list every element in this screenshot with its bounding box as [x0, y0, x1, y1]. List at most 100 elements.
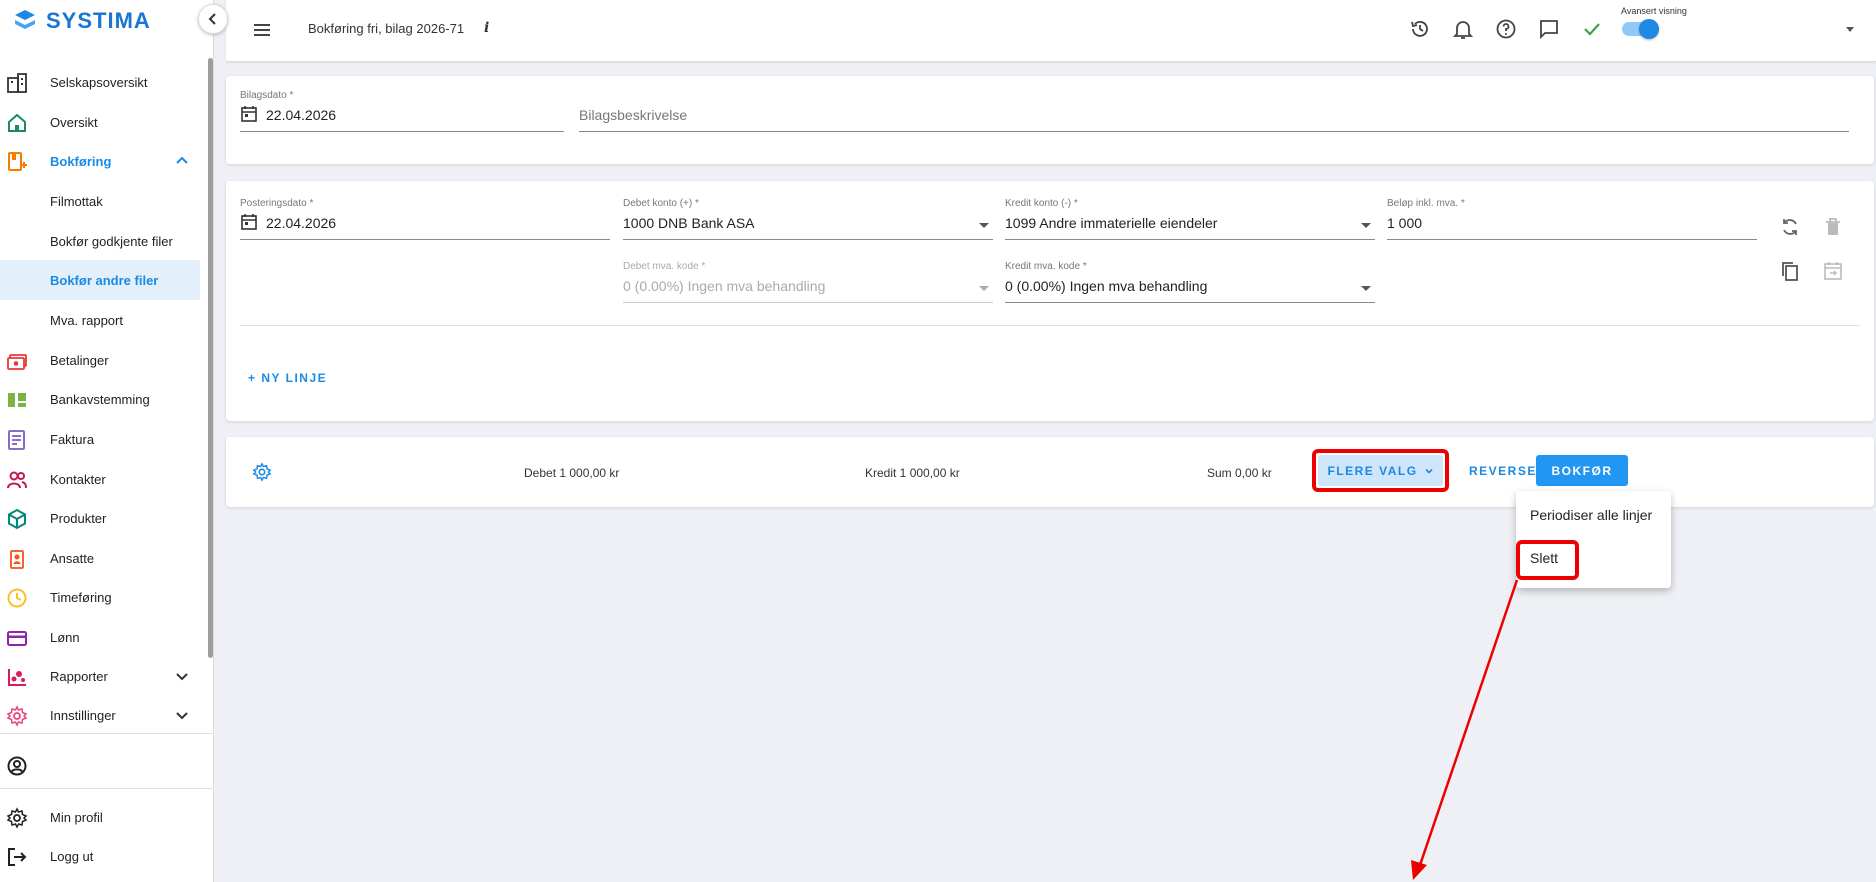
sidebar-item-faktura[interactable]: Faktura [0, 419, 200, 459]
refresh-icon[interactable] [1779, 216, 1801, 238]
book-button[interactable]: BOKFØR [1536, 455, 1628, 486]
sidebar-item-bokforing[interactable]: Bokføring [0, 141, 200, 181]
sidebar-item-label: Bankavstemming [50, 391, 150, 407]
new-line-button[interactable]: + NY LINJE [248, 371, 327, 385]
buildings-icon [7, 73, 27, 93]
sidebar-item-label: Mva. rapport [50, 312, 123, 328]
sidebar-item-kontakter[interactable]: Kontakter [0, 459, 200, 499]
sidebar-subitem-filmottak[interactable]: Filmottak [0, 181, 200, 221]
debit-account-select[interactable]: Debet konto (+) * 1000 DNB Bank ASA [623, 198, 993, 240]
home-icon [8, 113, 26, 132]
clock-icon [7, 588, 27, 608]
sidebar-item-min-profil[interactable]: Min profil [0, 797, 200, 837]
calendar-icon[interactable] [240, 213, 258, 231]
sidebar-item-bankavstemming[interactable]: Bankavstemming [0, 379, 200, 419]
caret-down-icon [979, 286, 989, 291]
sidebar-item-ansatte[interactable]: Ansatte [0, 538, 200, 578]
menu-item-periodiser[interactable]: Periodiser alle linjer [1530, 507, 1652, 523]
sidebar-item-lonn[interactable]: Lønn [0, 617, 200, 657]
sidebar-item-label: Bokfør andre filer [50, 272, 159, 288]
sidebar-item-label: Bokføring [50, 153, 112, 169]
amount-field[interactable]: Beløp inkl. mva. * 1 000 [1387, 198, 1757, 240]
credit-total: Kredit 1 000,00 kr [865, 466, 960, 480]
sidebar-subitem-bokfor-andre-filer[interactable]: Bokfør andre filer [0, 260, 200, 300]
book-button-label: BOKFØR [1551, 463, 1613, 478]
field-value: 22.04.2026 [266, 215, 337, 231]
sidebar: SYSTIMA Selskapsoversikt Oversikt Bokfør… [0, 0, 214, 882]
credit-vat-select[interactable]: Kredit mva. kode * 0 (0.00%) Ingen mva b… [1005, 261, 1375, 303]
caret-down-icon[interactable] [1846, 27, 1854, 32]
field-underline [579, 131, 1849, 132]
sidebar-item-label: Logg ut [50, 848, 94, 864]
sidebar-scrollbar[interactable] [208, 58, 213, 658]
chevron-up-icon[interactable] [174, 153, 190, 169]
caret-down-icon [1361, 286, 1371, 291]
voucher-date-field[interactable]: Bilagsdato * 22.04.2026 [240, 90, 564, 132]
chevron-down-icon[interactable] [174, 668, 190, 684]
bookkeeping-icon [8, 152, 27, 171]
gear-icon[interactable] [252, 462, 272, 482]
field-underline [240, 239, 610, 240]
sidebar-item-label: Bokfør godkjente filer [50, 233, 173, 249]
account-circle-icon [7, 756, 27, 776]
sidebar-item-produkter[interactable]: Produkter [0, 498, 200, 538]
sidebar-account[interactable] [0, 745, 200, 785]
sidebar-item-rapporter[interactable]: Rapporter [0, 656, 200, 696]
invoice-icon [8, 430, 25, 450]
credit-account-select[interactable]: Kredit konto (-) * 1099 Andre immateriel… [1005, 198, 1375, 240]
bank-reconcile-icon [8, 393, 26, 407]
voucher-description-field[interactable]: Bilagsbeskrivelse [579, 90, 1849, 132]
sidebar-item-logg-ut[interactable]: Logg ut [0, 836, 200, 876]
sidebar-subitem-bokfor-godkjente-filer[interactable]: Bokfør godkjente filer [0, 221, 200, 261]
help-icon[interactable] [1495, 18, 1517, 40]
sidebar-item-label: Timeføring [50, 589, 112, 605]
advanced-view-toggle[interactable] [1622, 19, 1659, 39]
sidebar-subitem-mva-rapport[interactable]: Mva. rapport [0, 300, 200, 340]
sidebar-item-oversikt[interactable]: Oversikt [0, 102, 200, 142]
settings-icon [6, 705, 28, 727]
gear-icon [6, 807, 28, 829]
caret-down-icon [1361, 223, 1371, 228]
page-title: Bokføring fri, bilag 2026-71 [308, 21, 465, 36]
annotation-highlight [1312, 449, 1449, 492]
bell-icon[interactable] [1452, 18, 1474, 40]
sidebar-item-timeforing[interactable]: Timeføring [0, 577, 200, 617]
sum-total: Sum 0,00 kr [1207, 466, 1272, 480]
hamburger-menu-icon[interactable] [252, 20, 272, 40]
field-value: 1099 Andre immaterielle eiendeler [1005, 215, 1218, 231]
field-value: 0 (0.00%) Ingen mva behandling [1005, 278, 1208, 294]
sidebar-divider [0, 733, 214, 734]
sidebar-item-innstillinger[interactable]: Innstillinger [0, 695, 200, 735]
posting-date-field[interactable]: Posteringsdato * 22.04.2026 [240, 198, 610, 240]
sidebar-item-label: Faktura [50, 431, 95, 447]
history-icon[interactable] [1409, 18, 1431, 40]
chat-icon[interactable] [1538, 18, 1560, 40]
posting-card: Posteringsdato * 22.04.2026 Debet konto … [226, 181, 1874, 421]
chevron-down-icon[interactable] [174, 707, 190, 723]
copy-icon[interactable] [1779, 260, 1801, 282]
row-divider [240, 325, 1860, 326]
sidebar-item-label: Innstillinger [50, 707, 116, 723]
info-icon[interactable]: i [484, 20, 489, 36]
field-underline [623, 239, 993, 240]
sidebar-collapse-button[interactable] [198, 4, 228, 34]
sidebar-item-selskapsoversikt[interactable]: Selskapsoversikt [0, 62, 200, 102]
sidebar-item-label: Kontakter [50, 471, 106, 487]
trash-icon [1826, 218, 1840, 235]
sidebar-item-label: Produkter [50, 510, 107, 526]
check-icon[interactable] [1581, 18, 1603, 40]
sidebar-item-label: Min profil [50, 809, 103, 825]
logo[interactable]: SYSTIMA [12, 8, 151, 34]
systima-logo-icon [15, 10, 35, 29]
sidebar-item-label: Betalinger [50, 352, 109, 368]
payments-icon [7, 354, 27, 370]
debit-total: Debet 1 000,00 kr [524, 466, 620, 480]
top-bar: Bokføring fri, bilag 2026-71 i Avansert … [226, 0, 1876, 62]
field-underline [240, 131, 564, 132]
calendar-icon[interactable] [240, 105, 258, 123]
caret-down-icon [979, 223, 989, 228]
field-underline [1387, 239, 1757, 240]
field-label: Beløp inkl. mva. * [1387, 198, 1465, 209]
sidebar-item-label: Selskapsoversikt [50, 74, 148, 90]
sidebar-item-betalinger[interactable]: Betalinger [0, 340, 200, 380]
